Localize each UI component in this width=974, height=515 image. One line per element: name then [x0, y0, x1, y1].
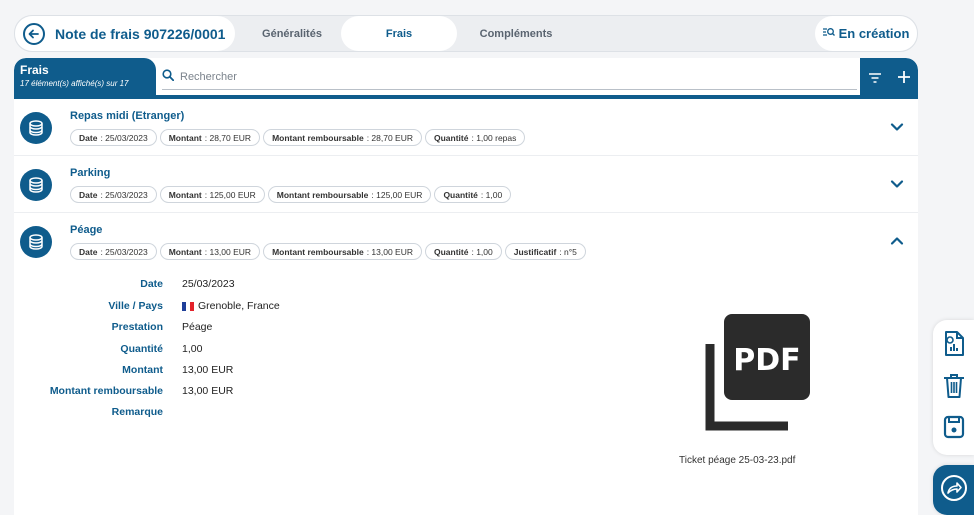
trash-icon[interactable]: [943, 373, 965, 404]
chip-montant: Montant: 28,70 EUR: [159, 129, 261, 146]
chevron-up-icon[interactable]: [890, 234, 904, 248]
detail-label-montant: Montant: [122, 364, 163, 376]
pdf-icon-label: PDF: [733, 343, 800, 378]
chevron-down-icon[interactable]: [890, 177, 904, 191]
detail-value-quantite: 1,00: [182, 343, 203, 355]
side-actions: [933, 320, 974, 455]
plus-icon[interactable]: [897, 67, 910, 88]
chip-date: Date: 25/03/2023: [70, 129, 157, 146]
header-divider: [14, 95, 918, 99]
chip-montant: Montant: 13,00 EUR: [159, 243, 261, 260]
pdf-file-icon[interactable]: PDF: [704, 314, 814, 444]
send-icon: [940, 474, 968, 507]
detail-label-quantite: Quantité: [120, 343, 163, 355]
search-bar[interactable]: Rechercher: [162, 64, 857, 90]
item-title: Parking: [70, 167, 111, 179]
item-chips: Date: 25/03/2023 Montant: 13,00 EUR Mont…: [70, 243, 586, 260]
chip-date: Date: 25/03/2023: [70, 243, 157, 260]
chip-montant-remboursable: Montant remboursable: 125,00 EUR: [267, 186, 432, 203]
detail-label-prestation: Prestation: [111, 321, 163, 333]
chip-quantite: Quantité: 1,00: [425, 243, 502, 260]
list-title: Frais: [20, 63, 49, 77]
chip-justificatif: Justificatif: n°5: [504, 243, 586, 260]
status-badge[interactable]: En création: [815, 16, 917, 51]
search-input[interactable]: Rechercher: [180, 71, 237, 83]
coins-icon: [20, 169, 52, 201]
save-icon[interactable]: [943, 415, 965, 444]
chip-montant-remboursable: Montant remboursable: 13,00 EUR: [263, 243, 422, 260]
send-button[interactable]: [933, 465, 974, 515]
chip-quantite: Quantité: 1,00 repas: [425, 129, 526, 146]
item-chips: Date: 25/03/2023 Montant: 28,70 EUR Mont…: [70, 129, 526, 146]
detail-value-montant: 13,00 EUR: [182, 364, 234, 376]
list-actions: [860, 58, 918, 96]
coins-icon: [20, 226, 52, 258]
detail-label-date: Date: [140, 278, 163, 290]
list-header: Frais 17 élément(s) affiché(s) sur 17 Re…: [14, 58, 918, 99]
detail-value-date: 25/03/2023: [182, 278, 235, 290]
tab-complements[interactable]: Compléments: [461, 16, 571, 51]
list-count: 17 élément(s) affiché(s) sur 17: [20, 79, 129, 88]
detail-value-ville-text: Grenoble, France: [198, 300, 280, 312]
detail-value-prestation: Péage: [182, 321, 213, 333]
detail-label-ville: Ville / Pays: [108, 300, 163, 312]
attachment-filename[interactable]: Ticket péage 25-03-23.pdf: [679, 455, 795, 466]
detail-label-montant-remboursable: Montant remboursable: [49, 385, 163, 397]
tab-frais[interactable]: Frais: [341, 16, 457, 51]
status-search-icon: [822, 26, 835, 41]
expenses-card: Frais 17 élément(s) affiché(s) sur 17 Re…: [14, 58, 918, 515]
chip-montant-remboursable: Montant remboursable: 28,70 EUR: [263, 129, 422, 146]
title-pill: Note de frais 907226/0001: [15, 16, 235, 51]
chip-date: Date: 25/03/2023: [70, 186, 157, 203]
flag-france-icon: [182, 301, 194, 311]
list-item[interactable]: Parking Date: 25/03/2023 Montant: 125,00…: [14, 157, 918, 213]
back-arrow-icon[interactable]: [23, 22, 45, 45]
detail-value-ville: Grenoble, France: [182, 300, 280, 312]
list-item-expanded[interactable]: Péage Date: 25/03/2023 Montant: 13,00 EU…: [14, 214, 918, 270]
item-title: Péage: [70, 224, 103, 236]
chevron-down-icon[interactable]: [890, 120, 904, 134]
coins-icon: [20, 112, 52, 144]
list-item[interactable]: Repas midi (Etranger) Date: 25/03/2023 M…: [14, 100, 918, 156]
detail-label-remarque: Remarque: [111, 406, 163, 418]
page-title: Note de frais 907226/0001: [55, 25, 226, 42]
detail-value-montant-remboursable: 13,00 EUR: [182, 385, 234, 397]
top-bar: Note de frais 907226/0001 Généralités Fr…: [14, 15, 918, 52]
filter-icon[interactable]: [868, 67, 881, 88]
chip-montant: Montant: 125,00 EUR: [159, 186, 265, 203]
item-chips: Date: 25/03/2023 Montant: 125,00 EUR Mon…: [70, 186, 512, 203]
chip-quantite: Quantité: 1,00: [434, 186, 512, 203]
tab-generalites[interactable]: Généralités: [237, 16, 347, 51]
status-text: En création: [838, 26, 910, 41]
report-file-icon[interactable]: [943, 331, 965, 362]
search-icon: [162, 69, 175, 84]
list-title-block: Frais 17 élément(s) affiché(s) sur 17: [14, 58, 156, 96]
item-title: Repas midi (Etranger): [70, 110, 185, 122]
